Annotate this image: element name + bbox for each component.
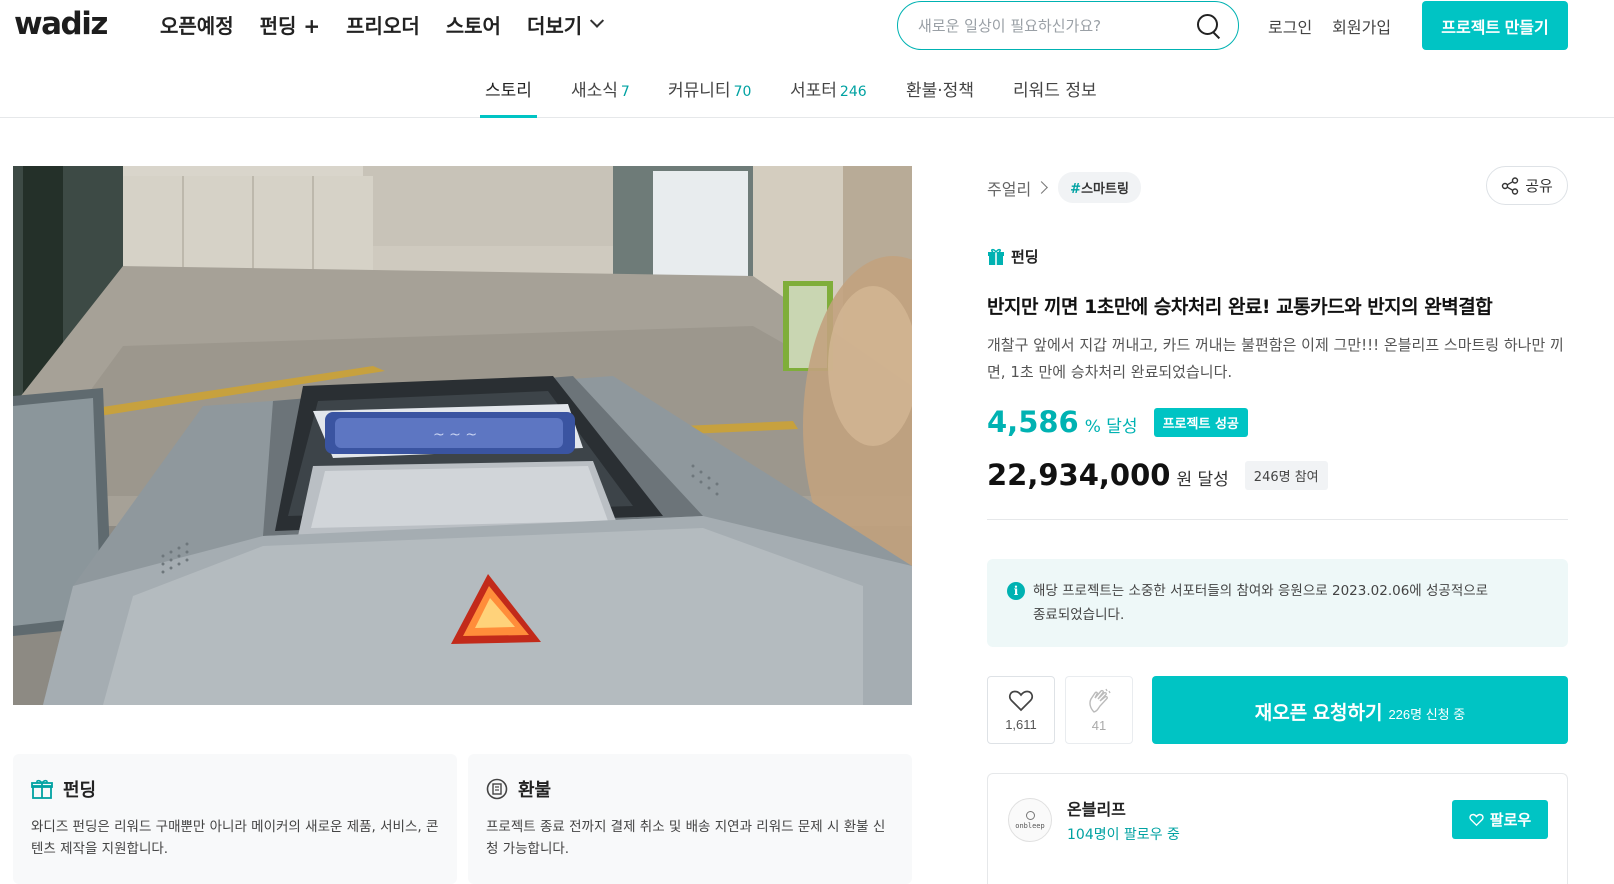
- wadiz-logo[interactable]: wadiz: [14, 6, 108, 42]
- tab-count: 7: [620, 84, 630, 100]
- refund-info-body: 프로젝트 종료 전까지 결제 취소 및 배송 지연과 리워드 문제 시 환불 신…: [486, 819, 886, 857]
- hash-symbol: #: [1070, 182, 1082, 197]
- hashtag-chip[interactable]: #스마트링: [1058, 172, 1141, 203]
- supporter-count-badge: 246명 참여: [1244, 460, 1328, 490]
- search-icon[interactable]: [1196, 13, 1222, 39]
- hashtag-label: 스마트링: [1081, 182, 1129, 197]
- create-project-button[interactable]: 프로젝트 만들기: [1422, 1, 1568, 50]
- refund-info-card: 환불 프로젝트 종료 전까지 결제 취소 및 배송 지연과 리워드 문제 시 환…: [468, 754, 912, 884]
- search-input[interactable]: [918, 16, 1196, 35]
- reopen-request-button[interactable]: 재오픈 요청하기 226명 신청 중: [1152, 676, 1568, 744]
- refund-info-title: 환불: [518, 780, 552, 801]
- subway-gate-illustration: ~ ~ ~: [13, 166, 912, 705]
- cheer-count: 41: [1091, 717, 1107, 733]
- reopen-label: 재오픈 요청하기: [1254, 703, 1383, 724]
- cheer-button[interactable]: 41: [1065, 676, 1133, 744]
- like-count: 1,611: [1005, 716, 1037, 732]
- funded-amount-unit: 원 달성: [1176, 470, 1229, 490]
- receipt-icon: [486, 778, 508, 800]
- funding-info-card: 펀딩 와디즈 펀딩은 리워드 구매뿐만 아니라 메이커의 새로운 제품, 서비스…: [13, 754, 457, 884]
- nav-preorder[interactable]: 프리오더: [346, 10, 420, 39]
- breadcrumb: 주얼리 #스마트링: [987, 172, 1141, 203]
- logo-mark: [1025, 810, 1035, 820]
- category-link[interactable]: 주얼리: [987, 176, 1031, 200]
- project-tabs: 스토리 새소식 7 커뮤니티 70 서포터 246 환불·정책 리워드 정보: [0, 62, 1614, 118]
- success-badge: 프로젝트 성공: [1153, 407, 1248, 437]
- maker-follower-count: 104명이 팔로우 중: [1067, 827, 1180, 843]
- tab-story[interactable]: 스토리: [480, 76, 537, 118]
- follow-label: 팔로우: [1489, 812, 1532, 829]
- tab-label: 환불·정책: [906, 81, 974, 101]
- tab-label: 커뮤니티: [668, 81, 731, 101]
- nav-label: 오픈예정: [160, 14, 234, 38]
- funded-amount: 22,934,000 원 달성 246명 참여: [987, 458, 1328, 492]
- project-ended-notice: i 해당 프로젝트는 소중한 서포터들의 참여와 응원으로 2023.02.06…: [987, 559, 1568, 647]
- tab-news[interactable]: 새소식 7: [571, 76, 630, 118]
- signup-link[interactable]: 회원가입: [1332, 14, 1391, 38]
- nav-funding[interactable]: 펀딩 +: [260, 10, 321, 39]
- nav-label: 프리오더: [346, 14, 420, 38]
- info-icon: i: [1007, 582, 1025, 600]
- achievement-rate-unit: % 달성: [1084, 417, 1138, 437]
- nav-label: 스토어: [445, 14, 501, 38]
- share-button[interactable]: 공유: [1486, 166, 1568, 205]
- funding-info-body: 와디즈 펀딩은 리워드 구매뿐만 아니라 메이커의 새로운 제품, 서비스, 콘…: [31, 819, 439, 857]
- tab-label: 스토리: [485, 81, 532, 101]
- maker-card: onbleep 온블리프 104명이 팔로우 중 팔로우: [987, 773, 1568, 884]
- nav-store[interactable]: 스토어: [446, 10, 501, 39]
- tab-label: 리워드 정보: [1013, 81, 1097, 101]
- tab-reward-info[interactable]: 리워드 정보: [1013, 76, 1097, 118]
- nav-label: 더보기: [526, 14, 583, 38]
- nav-open-soon[interactable]: 오픈예정: [160, 10, 234, 39]
- maker-avatar-text: onbleep: [1015, 821, 1045, 830]
- achievement-rate-value: 4,586: [987, 405, 1079, 439]
- achievement-rate: 4,586 % 달성 프로젝트 성공: [987, 405, 1248, 439]
- heart-icon: [1469, 813, 1484, 826]
- svg-text:~ ~ ~: ~ ~ ~: [433, 427, 477, 443]
- maker-avatar[interactable]: onbleep: [1008, 798, 1052, 842]
- nav-label: 펀딩 +: [259, 14, 321, 38]
- notice-text: 해당 프로젝트는 소중한 서포터들의 참여와 응원으로 2023.02.06에 …: [1033, 583, 1489, 623]
- search-box: [897, 1, 1239, 50]
- follow-button[interactable]: 팔로우: [1452, 800, 1548, 839]
- maker-name[interactable]: 온블리프: [1067, 796, 1126, 820]
- heart-icon: [1008, 690, 1034, 711]
- funding-info-title: 펀딩: [63, 780, 97, 801]
- tab-label: 서포터: [790, 81, 837, 101]
- divider: [987, 519, 1568, 520]
- project-type-label: 펀딩: [1011, 248, 1039, 266]
- auth-links: 로그인 회원가입: [1268, 14, 1391, 38]
- chevron-right-icon: [1035, 181, 1049, 194]
- funding-info-head: 펀딩: [31, 776, 439, 802]
- gift-icon: [988, 248, 1004, 265]
- tab-supporters[interactable]: 서포터 246: [790, 76, 867, 118]
- share-label: 공유: [1525, 178, 1553, 195]
- project-title: 반지만 끼면 1초만에 승차처리 완료! 교통카드와 반지의 완벽결합: [987, 296, 1493, 318]
- project-main-image: ~ ~ ~: [13, 166, 912, 705]
- login-link[interactable]: 로그인: [1268, 14, 1312, 38]
- tab-refund-policy[interactable]: 환불·정책: [906, 76, 974, 118]
- clap-icon: [1089, 688, 1111, 713]
- tab-community[interactable]: 커뮤니티 70: [668, 76, 751, 118]
- refund-info-head: 환불: [486, 776, 894, 802]
- tab-count: 246: [839, 84, 867, 100]
- funded-amount-value: 22,934,000: [987, 458, 1171, 492]
- chevron-down-icon: [590, 13, 605, 28]
- nav-more[interactable]: 더보기: [526, 10, 605, 39]
- share-icon: [1501, 176, 1519, 195]
- gift-icon: [31, 779, 53, 799]
- main-nav: 오픈예정 펀딩 + 프리오더 스토어 더보기: [160, 10, 628, 39]
- tab-count: 70: [733, 84, 752, 100]
- project-description: 개찰구 앞에서 지갑 꺼내고, 카드 꺼내는 불편함은 이제 그만!!! 온블리…: [987, 336, 1564, 381]
- tab-label: 새소식: [571, 81, 618, 101]
- reopen-count: 226명 신청 중: [1388, 707, 1466, 722]
- like-button[interactable]: 1,611: [987, 676, 1055, 744]
- project-type-badge: 펀딩: [987, 246, 1039, 267]
